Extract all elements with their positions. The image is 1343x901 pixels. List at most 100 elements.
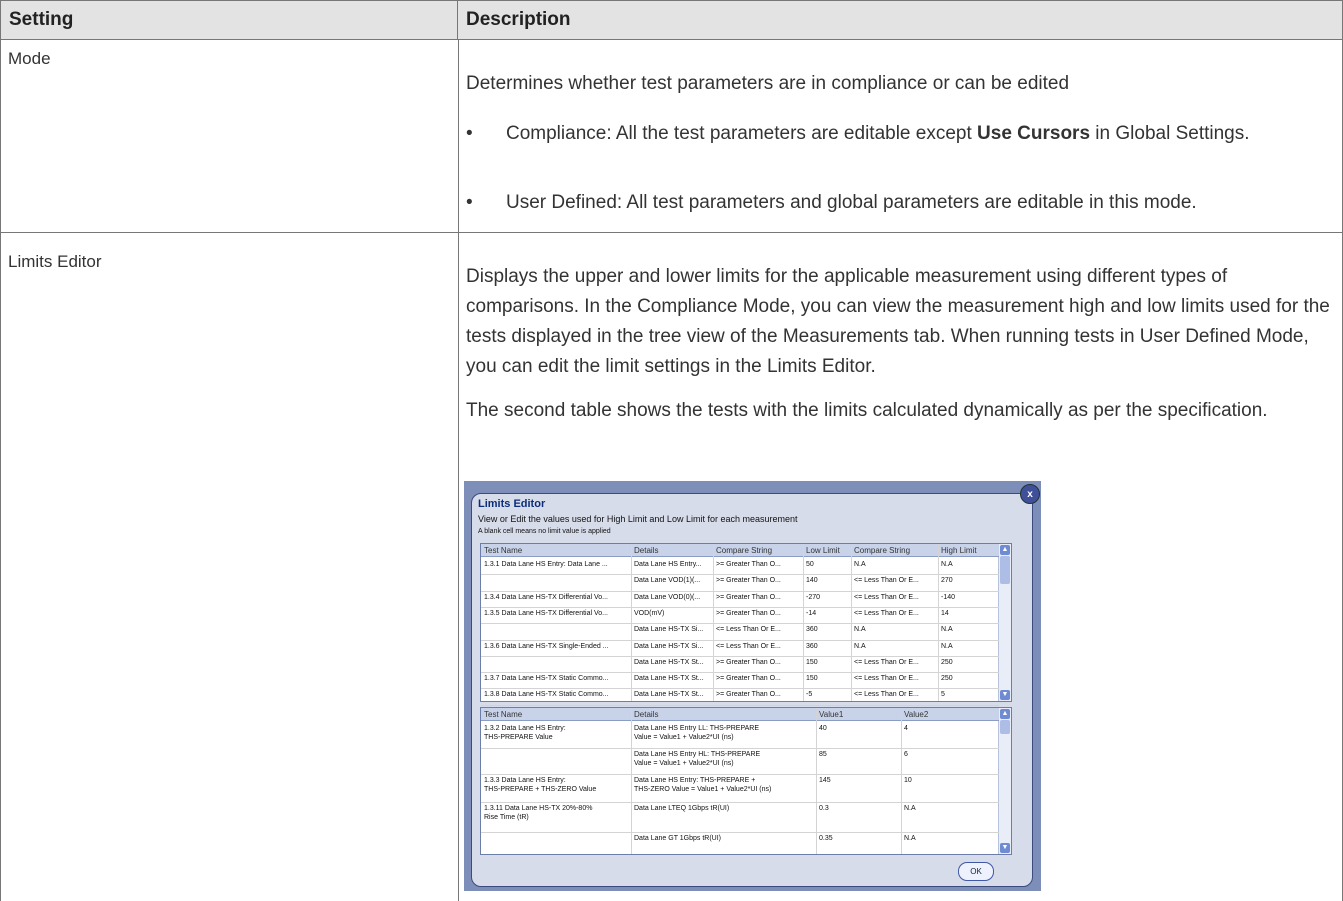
grid-cell[interactable]: 140 <box>806 576 850 585</box>
grid-cell[interactable]: Data Lane VOD(0)(... <box>634 593 712 602</box>
limits-editor-second-table-note: The second table shows the tests with th… <box>466 400 1268 421</box>
grid-cell[interactable]: N.A <box>941 560 998 569</box>
grid-cell[interactable]: 360 <box>806 625 850 634</box>
grid-cell[interactable]: 250 <box>941 674 998 683</box>
grid-column-divider <box>803 544 804 701</box>
grid-cell[interactable]: N.A <box>854 625 937 634</box>
grid-cell[interactable]: 1.3.6 Data Lane HS-TX Single-Ended ... <box>484 642 630 651</box>
grid-cell[interactable]: 1.3.7 Data Lane HS-TX Static Commo... <box>484 674 630 683</box>
grid-cell[interactable]: -140 <box>941 593 998 602</box>
grid-cell[interactable]: -14 <box>806 609 850 618</box>
ok-button[interactable]: OK <box>958 862 994 881</box>
grid-cell[interactable]: >= Greater Than O... <box>716 576 802 585</box>
grid-cell[interactable]: Data Lane HS Entry HL: THS-PREPARE Value… <box>634 750 815 768</box>
setting-mode: Mode <box>8 49 51 68</box>
grid-row-divider <box>481 704 999 706</box>
grid-row-divider <box>481 655 999 657</box>
grid-cell[interactable]: <= Less Than Or E... <box>854 674 937 683</box>
grid-cell[interactable]: VOD(mV) <box>634 609 712 618</box>
grid-cell[interactable]: 150 <box>806 658 850 667</box>
grid-cell[interactable]: N.A <box>941 642 998 651</box>
grid-cell[interactable]: >= Greater Than O... <box>716 674 802 683</box>
limits-grid[interactable]: ▲ ▼ Test Name Details Compare String Low Li… <box>480 543 1012 706</box>
grid-cell[interactable]: 1.3.4 Data Lane HS-TX Differential Vo... <box>484 593 630 602</box>
grid-cell[interactable]: Data Lane HS-TX St... <box>634 674 712 683</box>
grid-cell[interactable]: <= Less Than Or E... <box>854 690 937 699</box>
scroll-thumb[interactable] <box>1000 556 1010 584</box>
grid-column-header[interactable]: Details <box>631 544 713 557</box>
dynamic-limits-grid[interactable]: ▲ ▼ Test Name Details Value1 Value2 1.3.2 Da… <box>480 707 1012 855</box>
grid-cell[interactable]: Data Lane HS Entry LL: THS-PREPARE Value… <box>634 724 815 742</box>
grid-cell[interactable]: 0.3 <box>819 804 900 813</box>
grid-cell[interactable]: <= Less Than Or E... <box>716 625 802 634</box>
scroll-up-icon[interactable]: ▲ <box>1000 545 1010 555</box>
grid-column-header[interactable]: Compare String <box>713 544 803 557</box>
grid-column-header[interactable]: Test Name <box>481 544 631 557</box>
grid-cell[interactable]: Data Lane HS-TX Si... <box>634 642 712 651</box>
grid-cell[interactable]: N.A <box>941 625 998 634</box>
close-icon[interactable]: x <box>1020 484 1040 504</box>
scroll-thumb[interactable] <box>1000 720 1010 734</box>
grid-cell[interactable]: 360 <box>806 642 850 651</box>
grid-cell[interactable]: Data Lane HS-TX Si... <box>634 625 712 634</box>
grid-column-header[interactable]: Compare String <box>851 544 938 557</box>
grid-cell[interactable]: 1.3.1 Data Lane HS Entry: Data Lane ... <box>484 560 630 569</box>
grid-cell[interactable]: 1.3.2 Data Lane HS Entry: THS-PREPARE Va… <box>484 724 630 742</box>
grid-cell[interactable]: >= Greater Than O... <box>716 593 802 602</box>
grid-cell[interactable]: -270 <box>806 593 850 602</box>
grid-column-header[interactable]: Value2 <box>901 708 999 721</box>
grid-cell[interactable]: <= Less Than Or E... <box>716 642 802 651</box>
grid-cell[interactable]: 5 <box>941 690 998 699</box>
grid-cell[interactable]: 85 <box>819 750 900 759</box>
grid-cell[interactable]: <= Less Than Or E... <box>854 593 937 602</box>
limits-grid-scrollbar[interactable]: ▲ ▼ <box>998 544 1011 701</box>
grid-cell[interactable]: Data Lane HS-TX St... <box>634 690 712 699</box>
scroll-up-icon[interactable]: ▲ <box>1000 709 1010 719</box>
grid-cell[interactable]: 270 <box>941 576 998 585</box>
grid-cell[interactable]: Data Lane HS Entry: THS-PREPARE + THS-ZE… <box>634 776 815 794</box>
grid-cell[interactable]: 50 <box>806 560 850 569</box>
grid-cell[interactable]: >= Greater Than O... <box>716 560 802 569</box>
grid-column-header[interactable]: Test Name <box>481 708 631 721</box>
grid-column-header[interactable]: Value1 <box>816 708 901 721</box>
grid-cell[interactable]: 0.35 <box>819 834 900 843</box>
grid-cell[interactable]: 1.3.3 Data Lane HS Entry: THS-PREPARE + … <box>484 776 630 794</box>
grid-cell[interactable]: >= Greater Than O... <box>716 658 802 667</box>
grid-column-divider <box>851 544 852 701</box>
grid-column-header[interactable]: High Limit <box>938 544 999 557</box>
setting-limits-editor: Limits Editor <box>8 252 102 271</box>
grid-cell[interactable]: >= Greater Than O... <box>716 609 802 618</box>
grid-cell[interactable]: 145 <box>819 776 900 785</box>
grid-cell[interactable]: N.A <box>854 560 937 569</box>
grid-cell[interactable]: Data Lane GT 1Gbps tR(UI) <box>634 834 815 843</box>
scroll-down-icon[interactable]: ▼ <box>1000 843 1010 853</box>
grid-cell[interactable]: Data Lane HS Entry... <box>634 560 712 569</box>
grid-cell[interactable]: 150 <box>806 674 850 683</box>
grid-column-header[interactable]: Low Limit <box>803 544 851 557</box>
grid-cell[interactable]: 14 <box>941 609 998 618</box>
grid-cell[interactable]: Data Lane HS-TX St... <box>634 658 712 667</box>
grid-cell[interactable]: Data Lane LTEQ 1Gbps tR(UI) <box>634 804 815 813</box>
grid-cell[interactable]: N.A <box>854 642 937 651</box>
scroll-down-icon[interactable]: ▼ <box>1000 690 1010 700</box>
grid-cell[interactable]: <= Less Than Or E... <box>854 609 937 618</box>
grid-cell[interactable]: 4 <box>904 724 998 733</box>
grid-cell[interactable]: 1.3.8 Data Lane HS-TX Static Commo... <box>484 690 630 699</box>
dynamic-grid-scrollbar[interactable]: ▲ ▼ <box>998 708 1011 854</box>
grid-cell[interactable]: -5 <box>806 690 850 699</box>
grid-cell[interactable]: <= Less Than Or E... <box>854 658 937 667</box>
grid-cell[interactable]: 1.3.5 Data Lane HS-TX Differential Vo... <box>484 609 630 618</box>
grid-cell[interactable]: 250 <box>941 658 998 667</box>
grid-cell[interactable]: <= Less Than Or E... <box>854 576 937 585</box>
bullet-compliance-text: Compliance: All the test parameters are … <box>506 123 1250 144</box>
grid-cell[interactable]: 40 <box>819 724 900 733</box>
grid-cell[interactable]: Data Lane VOD(1)(... <box>634 576 712 585</box>
grid-row-divider <box>481 606 999 608</box>
grid-cell[interactable]: 6 <box>904 750 998 759</box>
grid-cell[interactable]: N.A <box>904 804 998 813</box>
grid-cell[interactable]: 10 <box>904 776 998 785</box>
grid-column-header[interactable]: Details <box>631 708 816 721</box>
grid-cell[interactable]: N.A <box>904 834 998 843</box>
grid-cell[interactable]: >= Greater Than O... <box>716 690 802 699</box>
grid-cell[interactable]: 1.3.11 Data Lane HS-TX 20%-80% Rise Time… <box>484 804 630 822</box>
